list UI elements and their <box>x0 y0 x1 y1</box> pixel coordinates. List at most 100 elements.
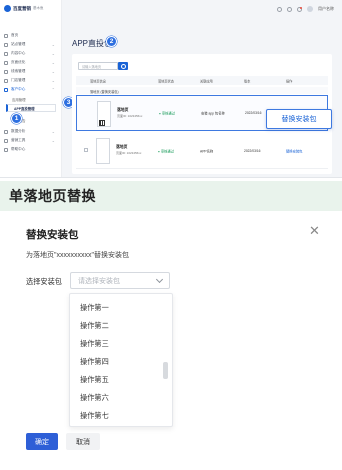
sidebar-item-leads[interactable]: 线索管理 ⌄ <box>4 68 58 75</box>
qr-code-icon <box>99 120 105 126</box>
optimize-icon <box>4 60 8 65</box>
sidebar-sub-apps[interactable]: 应用管理 <box>12 97 26 102</box>
replace-package-link[interactable]: 替换安装包 <box>286 148 302 153</box>
column-header: 操作 <box>286 79 293 83</box>
app-screenshot: 百度营销 基木鱼 首页 站点管理 ⌄ 内容中心 ⌄ 页面优化 ⌄ 线索管理 ⌄ 门店管理… <box>0 0 342 178</box>
dropdown-option[interactable]: 操作第二 <box>80 321 109 331</box>
search-button[interactable] <box>118 62 128 70</box>
sidebar-item-content[interactable]: 内容中心 ⌄ <box>4 50 58 57</box>
chevron-down-icon: ⌄ <box>51 129 55 134</box>
sidebar-item-label: 营销工具 <box>11 138 26 142</box>
leads-icon <box>4 69 8 74</box>
app-name: APP名称 <box>200 149 214 153</box>
customer-icon <box>4 87 8 92</box>
user-name[interactable]: 用户名称 <box>318 6 334 12</box>
sidebar-item-label: 客户中心 <box>11 87 26 91</box>
chevron-down-icon: ⌄ <box>51 51 55 56</box>
sidebar-item-customers[interactable]: 客户中心 ⌃ <box>4 86 58 93</box>
column-header: 落地页信息 <box>90 79 106 83</box>
group-row: 落地页 (替换安装包) <box>76 87 328 94</box>
page-meta: 页面ID: 1023456xx <box>117 114 143 118</box>
sidebar-item-home[interactable]: 首页 <box>4 32 58 39</box>
page-meta: 页面ID: 1023456xx <box>116 151 142 155</box>
sidebar-item-label: 首页 <box>11 33 19 37</box>
chevron-down-icon: ⌄ <box>51 69 55 74</box>
dropdown-option[interactable]: 操作第四 <box>80 357 109 367</box>
notification-icon[interactable] <box>297 6 302 12</box>
avatar[interactable] <box>307 6 313 12</box>
table-header: 落地页信息 落地页状态 关联应用 版本 操作 <box>76 76 328 85</box>
step-badge-1: 1 <box>11 113 22 124</box>
dropdown-scrollbar[interactable] <box>163 362 168 379</box>
sidebar-item-label: 数据分析 <box>11 129 26 133</box>
chevron-up-icon: ⌃ <box>51 87 55 92</box>
sidebar-item-label: 帮助中心 <box>11 147 26 151</box>
sidebar-item-label: 内容中心 <box>11 51 26 55</box>
chevron-down-icon: ⌄ <box>51 42 55 47</box>
sidebar-sub-app-direct[interactable]: APP直投管理 <box>6 104 56 112</box>
sidebar: 百度营销 基木鱼 首页 站点管理 ⌄ 内容中心 ⌄ 页面优化 ⌄ 线索管理 ⌄ 门店管理… <box>0 0 62 177</box>
replace-package-dialog: 替换安装包 ✕ 为落地页"xxxxxxxxxx"替换安装包 选择安装包 请选择安… <box>0 211 342 470</box>
sidebar-item-label: 线索管理 <box>11 69 26 73</box>
section-heading: 单落地页替换 <box>0 181 342 211</box>
content-icon <box>4 51 8 56</box>
page-thumbnail <box>96 138 110 164</box>
analytics-icon <box>4 129 8 134</box>
dropdown-option[interactable]: 操作第五 <box>80 375 109 385</box>
page-name: 落地页 <box>116 145 128 149</box>
brand-name: 百度营销 <box>13 5 31 11</box>
dropdown-option[interactable]: 操作第一 <box>80 303 109 313</box>
close-icon[interactable]: ✕ <box>309 224 320 237</box>
cancel-button[interactable]: 取消 <box>66 433 100 450</box>
chevron-down-icon: ⌄ <box>51 138 55 143</box>
dropdown-option[interactable]: 操作第七 <box>80 411 109 421</box>
row-checkbox[interactable] <box>84 148 88 152</box>
table-row[interactable]: 落地页 页面ID: 1023456xx 审核通过 APP名称 2022/03/1… <box>76 133 328 169</box>
page-name: 落地页 <box>117 108 129 112</box>
sidebar-item-tools[interactable]: 营销工具 ⌄ <box>4 137 58 144</box>
replace-package-popup-button[interactable]: 替换安装包 <box>266 109 332 129</box>
sidebar-item-help[interactable]: 帮助中心 <box>4 146 58 153</box>
brand-logo: 百度营销 基木鱼 <box>4 5 44 12</box>
sidebar-item-analytics[interactable]: 数据分析 ⌄ <box>4 128 58 135</box>
column-header: 版本 <box>244 79 251 83</box>
status-badge: 审核通过 <box>158 148 174 153</box>
sidebar-item-label: 门店管理 <box>11 78 26 82</box>
dialog-description: 为落地页"xxxxxxxxxx"替换安装包 <box>26 252 129 259</box>
dropdown-option[interactable]: 操作第三 <box>80 339 109 349</box>
help-icon <box>4 147 8 152</box>
site-icon <box>4 42 8 47</box>
column-header: 落地页状态 <box>158 79 174 83</box>
search-input[interactable]: 请输入落地页 <box>78 62 118 70</box>
status-badge: 审核通过 <box>159 111 175 116</box>
version-date: 2022/03/16 <box>245 111 262 115</box>
column-header: 关联应用 <box>200 79 213 83</box>
app-name: 安装 app 包名称 <box>201 111 225 116</box>
chevron-down-icon <box>155 275 164 284</box>
store-icon <box>4 78 8 83</box>
sidebar-item-sites[interactable]: 站点管理 ⌄ <box>4 41 58 48</box>
chevron-down-icon: ⌄ <box>51 60 55 65</box>
dialog-title: 替换安装包 <box>26 229 79 241</box>
select-placeholder: 请选择安装包 <box>78 277 120 285</box>
version-date: 2022/03/16 <box>244 148 261 153</box>
brand-icon <box>4 5 11 12</box>
dropdown-option[interactable]: 操作第六 <box>80 393 109 403</box>
sidebar-item-label: 站点管理 <box>11 42 26 46</box>
step-badge-2: 2 <box>106 36 117 47</box>
brand-sub: 基木鱼 <box>33 6 44 10</box>
package-field-label: 选择安装包 <box>26 277 62 286</box>
settings-icon[interactable] <box>287 6 292 12</box>
package-select[interactable]: 请选择安装包 <box>70 272 170 289</box>
group-label: 落地页 (替换安装包) <box>90 90 119 94</box>
message-icon[interactable] <box>277 6 282 12</box>
package-dropdown: 操作第一 操作第二 操作第三 操作第四 操作第五 操作第六 操作第七 <box>69 293 173 427</box>
top-toolbar: 用户名称 <box>277 6 334 12</box>
tools-icon <box>4 138 8 143</box>
home-icon <box>4 33 8 38</box>
sidebar-item-stores[interactable]: 门店管理 ⌄ <box>4 77 58 84</box>
sidebar-item-optimize[interactable]: 页面优化 ⌄ <box>4 59 58 66</box>
confirm-button[interactable]: 确定 <box>26 433 58 450</box>
sidebar-item-label: 页面优化 <box>11 60 26 64</box>
chevron-down-icon: ⌄ <box>51 78 55 83</box>
